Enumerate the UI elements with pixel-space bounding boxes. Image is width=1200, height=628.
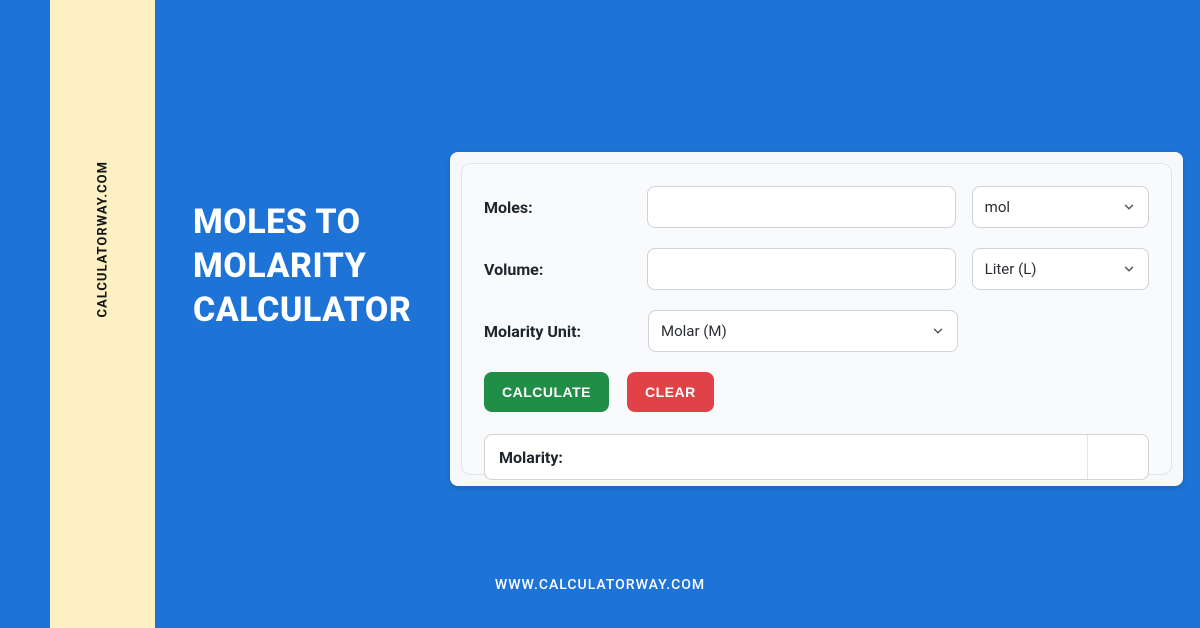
title-line: CALCULATOR: [193, 288, 411, 332]
moles-label: Moles:: [484, 198, 631, 217]
result-unit: [1088, 435, 1148, 479]
clear-button[interactable]: CLEAR: [627, 372, 714, 412]
volume-label: Volume:: [484, 260, 631, 279]
molarity-unit-label: Molarity Unit:: [484, 322, 632, 341]
moles-input[interactable]: [647, 186, 955, 228]
rotated-brand-text: CALCULATORWAY.COM: [96, 161, 111, 317]
calculate-button[interactable]: CALCULATE: [484, 372, 609, 412]
chevron-down-icon: [1122, 200, 1136, 214]
title-line: MOLES TO: [193, 200, 411, 244]
volume-unit-select[interactable]: Liter (L): [972, 248, 1149, 290]
calculator-panel: Moles: mol Volume: Liter (L) Molarity Un…: [461, 163, 1172, 475]
molarity-unit-select[interactable]: Molar (M): [648, 310, 958, 352]
row-molarity-unit: Molarity Unit: Molar (M): [484, 310, 1149, 352]
calculator-panel-container: Moles: mol Volume: Liter (L) Molarity Un…: [450, 152, 1183, 486]
row-volume: Volume: Liter (L): [484, 248, 1149, 290]
chevron-down-icon: [1122, 262, 1136, 276]
volume-input[interactable]: [647, 248, 955, 290]
row-moles: Moles: mol: [484, 186, 1149, 228]
molarity-unit-value: Molar (M): [661, 322, 727, 340]
page-title: MOLES TO MOLARITY CALCULATOR: [193, 200, 411, 333]
moles-unit-value: mol: [985, 198, 1010, 216]
result-row: Molarity:: [484, 434, 1149, 480]
result-label: Molarity:: [485, 435, 1088, 479]
volume-unit-value: Liter (L): [985, 260, 1037, 278]
moles-unit-select[interactable]: mol: [972, 186, 1149, 228]
footer-url: WWW.CALCULATORWAY.COM: [0, 577, 1200, 593]
title-line: MOLARITY: [193, 244, 411, 288]
button-row: CALCULATE CLEAR: [484, 372, 1149, 412]
chevron-down-icon: [931, 324, 945, 338]
